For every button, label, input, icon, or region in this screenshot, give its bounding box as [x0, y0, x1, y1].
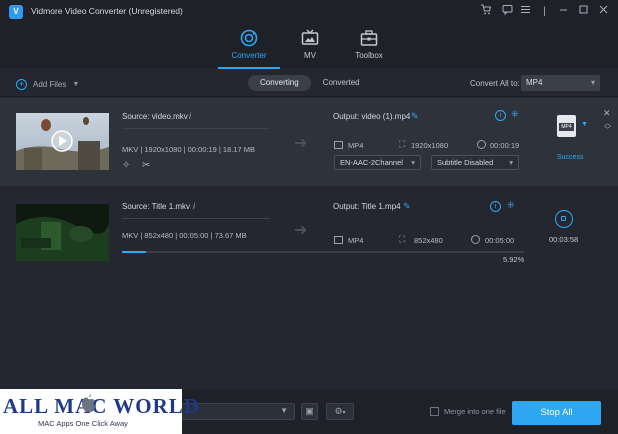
info-icon[interactable]: i — [495, 110, 506, 121]
add-files-button[interactable]: + Add Files ▼ — [16, 77, 79, 91]
audio-track-value: EN-AAC-2Channel — [340, 158, 403, 167]
output-filename: Output: Title 1.mp4 — [333, 202, 401, 211]
settings-icon[interactable]: ⁜ — [507, 200, 515, 211]
audio-track-select[interactable]: EN-AAC-2Channel ▾ — [334, 155, 421, 170]
output-duration: 00:00:19 — [490, 141, 520, 150]
feedback-icon[interactable] — [500, 4, 515, 19]
menu-icon[interactable] — [518, 4, 533, 19]
video-thumbnail[interactable] — [16, 204, 109, 261]
merge-checkbox[interactable] — [430, 407, 439, 416]
tab-converter-label: Converter — [231, 51, 267, 60]
gear-icon: ⚙ — [334, 406, 343, 416]
chevron-down-icon[interactable]: ▼ — [72, 81, 79, 88]
tab-converted[interactable]: Converted — [311, 75, 372, 91]
arrow-right-icon: ➜ — [294, 222, 308, 239]
format-icon — [334, 236, 343, 244]
info-icon[interactable]: i — [193, 201, 195, 211]
subtitle-select[interactable]: Subtitle Disabled ▾ — [431, 155, 519, 170]
arrow-right-icon: ➜ — [294, 135, 308, 152]
watermark-tagline: MAC Apps One Click Away — [38, 419, 128, 428]
source-meta: MKV | 1920x1080 | 00:00:19 | 18.17 MB — [122, 145, 256, 154]
merge-option[interactable]: Merge into one file — [430, 407, 506, 416]
convert-all-value: MP4 — [526, 78, 543, 87]
watermark-logo-text: ALL MAC WORLD — [3, 394, 200, 418]
convert-all-format-select[interactable]: MP4 ▾ — [521, 75, 600, 91]
tab-converter[interactable]: Converter — [218, 29, 280, 69]
folder-icon[interactable]: ▣ — [301, 403, 318, 420]
resolution-icon: ⛶ — [399, 139, 406, 149]
tab-converting[interactable]: Converting — [248, 75, 311, 91]
source-filename: Source: Title 1.mkv — [122, 202, 191, 211]
converter-icon — [240, 29, 258, 47]
tab-mv-label: MV — [304, 51, 316, 60]
output-format: MP4 — [348, 236, 364, 245]
enhance-icon[interactable]: ✧ — [122, 160, 130, 171]
tv-icon — [301, 29, 319, 45]
chevron-down-icon[interactable]: ▼ — [581, 121, 588, 128]
chevron-down-icon: ▾ — [342, 410, 346, 416]
scissors-icon[interactable]: ✂ — [142, 160, 150, 171]
merge-label: Merge into one file — [444, 407, 506, 416]
progress-bar — [122, 251, 524, 253]
output-duration: 00:05:00 — [485, 236, 515, 245]
chevron-down-icon: ▾ — [509, 158, 513, 167]
clock-icon — [471, 235, 480, 244]
source-meta: MKV | 852x480 | 00:05:00 | 73.67 MB — [122, 231, 247, 240]
move-down-icon[interactable]: ﹀ — [604, 125, 611, 135]
stop-all-button[interactable]: Stop All — [512, 401, 601, 425]
output-filename: Output: video (1).mp4 — [333, 112, 411, 121]
divider-icon: | — [543, 6, 546, 17]
subtitle-value: Subtitle Disabled — [437, 158, 494, 167]
converting-tabs: Converting Converted — [248, 75, 378, 91]
resolution-icon: ⛶ — [399, 234, 406, 244]
progress-fill — [122, 251, 146, 253]
tab-mv[interactable]: MV — [279, 29, 341, 69]
settings-gear-button[interactable]: ⚙▾ — [326, 403, 354, 420]
info-icon[interactable]: i — [189, 111, 191, 121]
toolbox-icon — [360, 30, 378, 46]
format-icon — [334, 141, 343, 149]
minimize-icon[interactable] — [556, 4, 571, 19]
clock-icon — [477, 140, 486, 149]
chevron-down-icon: ▼ — [280, 406, 288, 415]
close-icon[interactable] — [596, 4, 611, 19]
tab-toolbox[interactable]: Toolbox — [338, 29, 400, 69]
video-thumbnail[interactable] — [16, 113, 109, 170]
window-title: Vidmore Video Converter (Unregistered) — [31, 6, 183, 16]
tab-toolbox-label: Toolbox — [355, 51, 383, 60]
output-resolution: 1920x1080 — [411, 141, 449, 150]
maximize-icon[interactable] — [576, 4, 591, 19]
elapsed-time: 00:03:58 — [549, 235, 579, 244]
status-success: Success — [557, 154, 584, 161]
output-format: MP4 — [348, 141, 364, 150]
stop-button[interactable] — [555, 210, 573, 228]
progress-percent: 5.92% — [503, 255, 525, 264]
add-files-label: Add Files — [33, 79, 67, 89]
chevron-down-icon: ▾ — [411, 158, 415, 167]
apple-logo-icon — [82, 394, 95, 412]
divider — [122, 128, 270, 129]
add-icon: + — [16, 78, 27, 90]
stop-icon — [561, 216, 566, 221]
format-badge-label: MP4 — [559, 123, 574, 131]
settings-icon[interactable]: ⁜ — [511, 109, 519, 120]
cart-icon[interactable] — [478, 4, 493, 19]
chevron-down-icon: ▾ — [590, 78, 595, 87]
convert-all-label: Convert All to: — [470, 79, 520, 88]
output-format-badge[interactable]: MP4 — [557, 115, 576, 137]
output-resolution: 852x480 — [414, 236, 443, 245]
app-logo: V — [9, 5, 23, 19]
divider — [122, 218, 270, 219]
edit-icon[interactable]: ✎ — [411, 111, 419, 122]
edit-icon[interactable]: ✎ — [403, 201, 411, 212]
source-filename: Source: video.mkv — [122, 112, 188, 121]
info-icon[interactable]: i — [490, 201, 501, 212]
